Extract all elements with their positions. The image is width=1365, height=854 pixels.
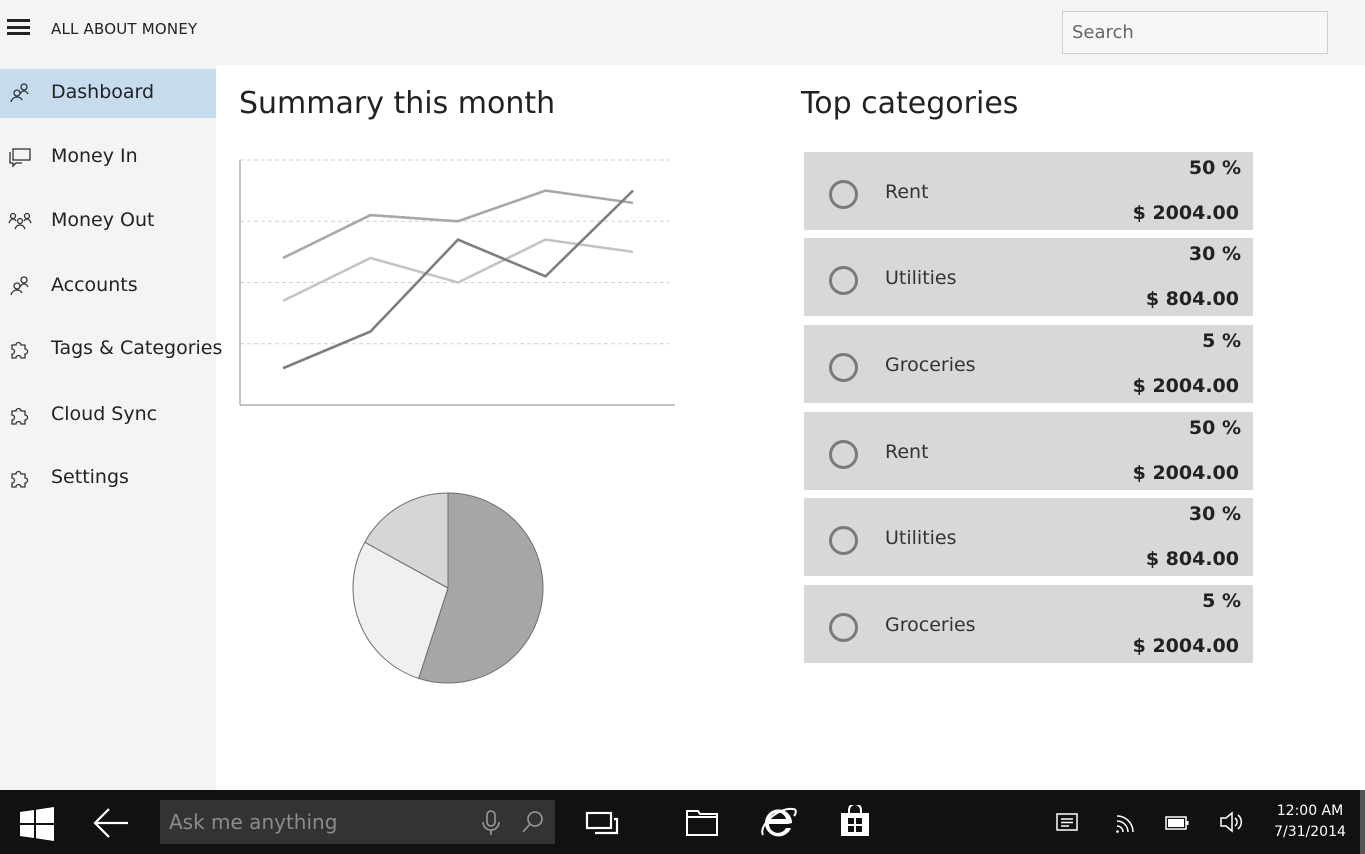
- people-icon: [8, 212, 32, 230]
- category-item[interactable]: Rent 50 % $ 2004.00: [804, 412, 1253, 490]
- category-amount: $ 2004.00: [1132, 635, 1239, 657]
- microphone-icon[interactable]: [480, 809, 502, 837]
- series-line-3: [282, 189, 634, 370]
- file-explorer-icon[interactable]: [685, 807, 719, 837]
- top-categories-title: Top categories: [801, 86, 1019, 121]
- sidebar-item-label: Dashboard: [51, 81, 155, 103]
- category-amount: $ 804.00: [1145, 548, 1239, 570]
- puzzle-icon: [11, 407, 29, 425]
- search-input[interactable]: [1062, 11, 1328, 54]
- sidebar-item-label: Cloud Sync: [51, 403, 158, 425]
- category-name: Groceries: [885, 354, 976, 376]
- category-percent: 5 %: [1202, 330, 1241, 352]
- sidebar: Dashboard Money In Money Out Accounts Ta…: [0, 65, 222, 790]
- internet-explorer-icon[interactable]: [760, 804, 798, 840]
- sidebar-item-tags-categories[interactable]: Tags & Categories: [0, 325, 222, 374]
- category-percent: 50 %: [1188, 157, 1241, 179]
- sidebar-item-dashboard[interactable]: Dashboard: [0, 69, 216, 118]
- summary-line-chart: [239, 159, 675, 406]
- puzzle-icon: [11, 470, 29, 488]
- category-item[interactable]: Groceries 5 % $ 2004.00: [804, 325, 1253, 403]
- category-amount: $ 804.00: [1145, 288, 1239, 310]
- category-percent: 5 %: [1202, 590, 1241, 612]
- wifi-icon[interactable]: [1114, 812, 1136, 834]
- sidebar-item-label: Money Out: [51, 209, 155, 231]
- sidebar-item-settings[interactable]: Settings: [0, 454, 216, 503]
- sidebar-item-label: Tags & Categories: [51, 337, 223, 359]
- windows-start-icon[interactable]: [19, 806, 55, 842]
- volume-icon[interactable]: [1219, 810, 1245, 834]
- app-title: ALL ABOUT MONEY: [51, 20, 198, 38]
- category-name: Utilities: [885, 527, 957, 549]
- person-icon: [10, 83, 29, 103]
- task-view-icon[interactable]: [585, 808, 621, 838]
- category-item[interactable]: Utilities 30 % $ 804.00: [804, 498, 1253, 576]
- radio-button[interactable]: [829, 613, 858, 642]
- back-arrow-icon[interactable]: [92, 806, 130, 840]
- puzzle-icon: [11, 341, 29, 359]
- action-center-icon[interactable]: [1056, 813, 1078, 831]
- category-name: Rent: [885, 441, 929, 463]
- category-item[interactable]: Groceries 5 % $ 2004.00: [804, 585, 1253, 663]
- person-icon: [10, 276, 29, 296]
- radio-button[interactable]: [829, 526, 858, 555]
- clock-date: 7/31/2014: [1274, 824, 1346, 840]
- category-percent: 30 %: [1188, 243, 1241, 265]
- radio-button[interactable]: [829, 180, 858, 209]
- series-line-1: [282, 189, 634, 260]
- category-percent: 30 %: [1188, 503, 1241, 525]
- radio-button[interactable]: [829, 266, 858, 295]
- category-item[interactable]: Utilities 30 % $ 804.00: [804, 238, 1253, 316]
- category-amount: $ 2004.00: [1132, 375, 1239, 397]
- chat-icon: [9, 148, 31, 168]
- category-name: Groceries: [885, 614, 976, 636]
- radio-button[interactable]: [829, 353, 858, 382]
- taskbar: 12:00 AM 7/31/2014: [0, 790, 1365, 854]
- sidebar-item-money-in[interactable]: Money In: [0, 133, 216, 182]
- clock-time: 12:00 AM: [1276, 803, 1344, 819]
- series-line-2: [282, 238, 634, 303]
- sidebar-item-label: Settings: [51, 466, 129, 488]
- clock[interactable]: 12:00 AM 7/31/2014: [1270, 801, 1350, 843]
- sidebar-item-label: Accounts: [51, 274, 138, 296]
- title-bar: ALL ABOUT MONEY: [0, 0, 1365, 65]
- store-icon[interactable]: [838, 805, 872, 839]
- summary-title: Summary this month: [239, 86, 556, 121]
- radio-button[interactable]: [829, 440, 858, 469]
- category-name: Rent: [885, 181, 929, 203]
- sidebar-item-money-out[interactable]: Money Out: [0, 197, 216, 246]
- category-name: Utilities: [885, 267, 957, 289]
- category-percent: 50 %: [1188, 417, 1241, 439]
- sidebar-item-accounts[interactable]: Accounts: [0, 262, 216, 311]
- sidebar-item-label: Money In: [51, 145, 138, 167]
- show-desktop-strip[interactable]: [1360, 790, 1365, 854]
- category-amount: $ 2004.00: [1132, 462, 1239, 484]
- hamburger-menu-icon[interactable]: [7, 19, 31, 39]
- search-icon[interactable]: [520, 809, 546, 835]
- category-item[interactable]: Rent 50 % $ 2004.00: [804, 152, 1253, 230]
- sidebar-item-cloud-sync[interactable]: Cloud Sync: [0, 391, 216, 440]
- battery-icon[interactable]: [1165, 816, 1189, 830]
- category-amount: $ 2004.00: [1132, 202, 1239, 224]
- summary-pie-chart: [352, 492, 544, 684]
